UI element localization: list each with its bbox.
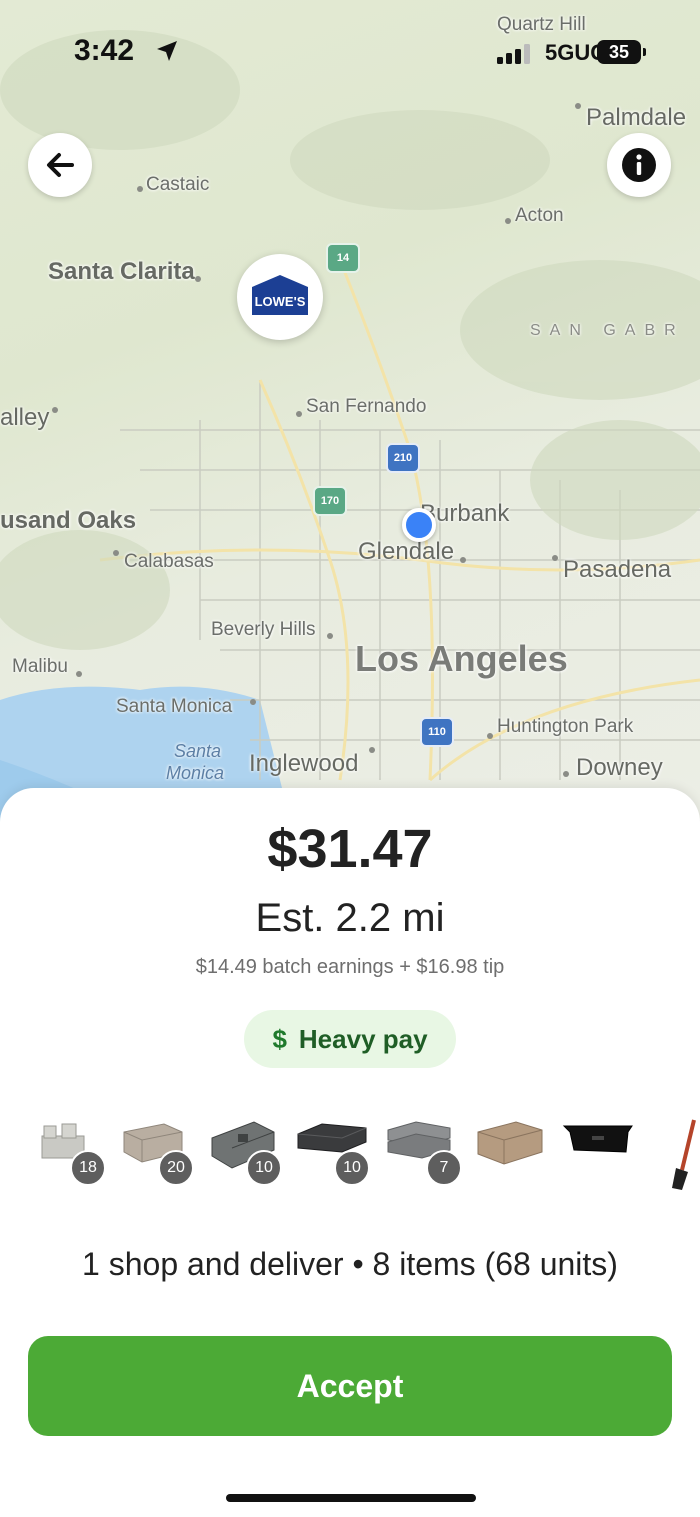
- user-location-dot: [402, 508, 436, 542]
- item-thumbnail-stone-block[interactable]: 20: [120, 1118, 200, 1198]
- highway-shield: 210: [386, 443, 420, 473]
- tan-block-icon: [477, 1121, 543, 1165]
- map-place-dot: [52, 407, 58, 413]
- item-thumbnail-tan-block[interactable]: [476, 1118, 556, 1198]
- map-place-dot: [137, 186, 143, 192]
- badge-label: Heavy pay: [298, 1023, 428, 1054]
- map-label: Acton: [515, 205, 564, 226]
- battery-indicator: 35: [597, 40, 646, 64]
- item-count-badge: 20: [158, 1150, 194, 1186]
- map-place-dot: [487, 733, 493, 739]
- earnings-breakdown: $14.49 batch earnings + $16.98 tip: [195, 956, 505, 978]
- map-label: usand Oaks: [0, 507, 137, 534]
- map-place-dot: [76, 671, 82, 677]
- map-place-dot: [195, 276, 201, 282]
- map-label: Malibu: [12, 656, 68, 677]
- map-place-dot: [563, 771, 569, 777]
- arrow-left-icon: [47, 153, 74, 177]
- map-place-dot: [369, 747, 375, 753]
- order-summary: 1 shop and deliver • 8 items (68 units): [82, 1246, 618, 1282]
- info-button[interactable]: [607, 133, 671, 197]
- planter-icon: [562, 1125, 633, 1153]
- map-label: Palmdale: [586, 104, 687, 131]
- map-label: Los Angeles: [355, 638, 568, 679]
- offer-distance: Est. 2.2 mi: [255, 896, 445, 940]
- map-label: Calabasas: [124, 551, 214, 572]
- home-indicator: [226, 1494, 476, 1502]
- map-label: Santa: [174, 741, 222, 761]
- item-thumbnail-retaining-wall-block[interactable]: 18: [32, 1118, 112, 1198]
- store-pin[interactable]: LOWE'S: [237, 254, 323, 340]
- item-count-badge: 18: [70, 1150, 106, 1186]
- map-label: Beverly Hills: [211, 619, 316, 640]
- item-count-badge: 10: [334, 1150, 370, 1186]
- heavy-pay-badge: $ Heavy pay: [244, 1010, 456, 1068]
- map-label: Monica: [166, 763, 225, 783]
- map-label: Castaic: [146, 174, 210, 195]
- location-arrow-icon: [157, 41, 177, 61]
- map-label: Santa Monica: [116, 696, 233, 717]
- shovel-icon: [672, 1119, 696, 1190]
- highway-shield: 170: [313, 486, 347, 516]
- map-place-dot: [552, 555, 558, 561]
- item-thumbnail-cinder-block[interactable]: 10: [208, 1118, 288, 1198]
- offer-price: $31.47: [267, 819, 433, 879]
- map-label: Huntington Park: [497, 716, 634, 737]
- back-button[interactable]: [28, 133, 92, 197]
- map-place-dot: [575, 103, 581, 109]
- map-label: alley: [0, 404, 50, 431]
- item-count-badge: 10: [246, 1150, 282, 1186]
- map-place-dot: [113, 550, 119, 556]
- item-thumbnail-paver-stack[interactable]: 7: [384, 1118, 464, 1198]
- map-place-dot: [327, 633, 333, 639]
- status-bar: 3:42 5GUC 35: [0, 32, 700, 72]
- map-place-dot: [505, 218, 511, 224]
- item-thumbnails[interactable]: 18 20 10 10 7: [0, 1118, 700, 1208]
- accept-button[interactable]: Accept: [28, 1336, 672, 1436]
- signal-icon: [497, 44, 530, 64]
- highway-shield: 14: [326, 243, 360, 273]
- map-view[interactable]: Quartz Hill Palmdale Castaic Acton Santa…: [0, 0, 700, 860]
- dollar-icon: $: [272, 1023, 287, 1054]
- item-thumbnail-planter-box[interactable]: [562, 1118, 642, 1198]
- item-count-badge: 7: [426, 1150, 462, 1186]
- lowes-logo: LOWE'S: [252, 275, 308, 315]
- offer-sheet: $31.47 Est. 2.2 mi $14.49 batch earnings…: [0, 788, 700, 1517]
- highway-shield: 110: [420, 717, 454, 747]
- map-label: SAN GABR: [530, 322, 685, 339]
- map-label: Downey: [576, 754, 663, 781]
- status-time: 3:42: [74, 34, 135, 67]
- map-place-dot: [460, 557, 466, 563]
- info-icon: [622, 148, 656, 182]
- map-label: Glendale: [358, 538, 455, 565]
- map-place-dot: [250, 699, 256, 705]
- map-label: Pasadena: [563, 556, 672, 583]
- map-label: San Fernando: [306, 396, 427, 417]
- map-label: Inglewood: [249, 750, 359, 777]
- map-label: Santa Clarita: [48, 258, 195, 285]
- map-place-dot: [296, 411, 302, 417]
- item-thumbnail-paver-dark[interactable]: 10: [296, 1118, 376, 1198]
- item-thumbnail-shovel[interactable]: [662, 1118, 700, 1198]
